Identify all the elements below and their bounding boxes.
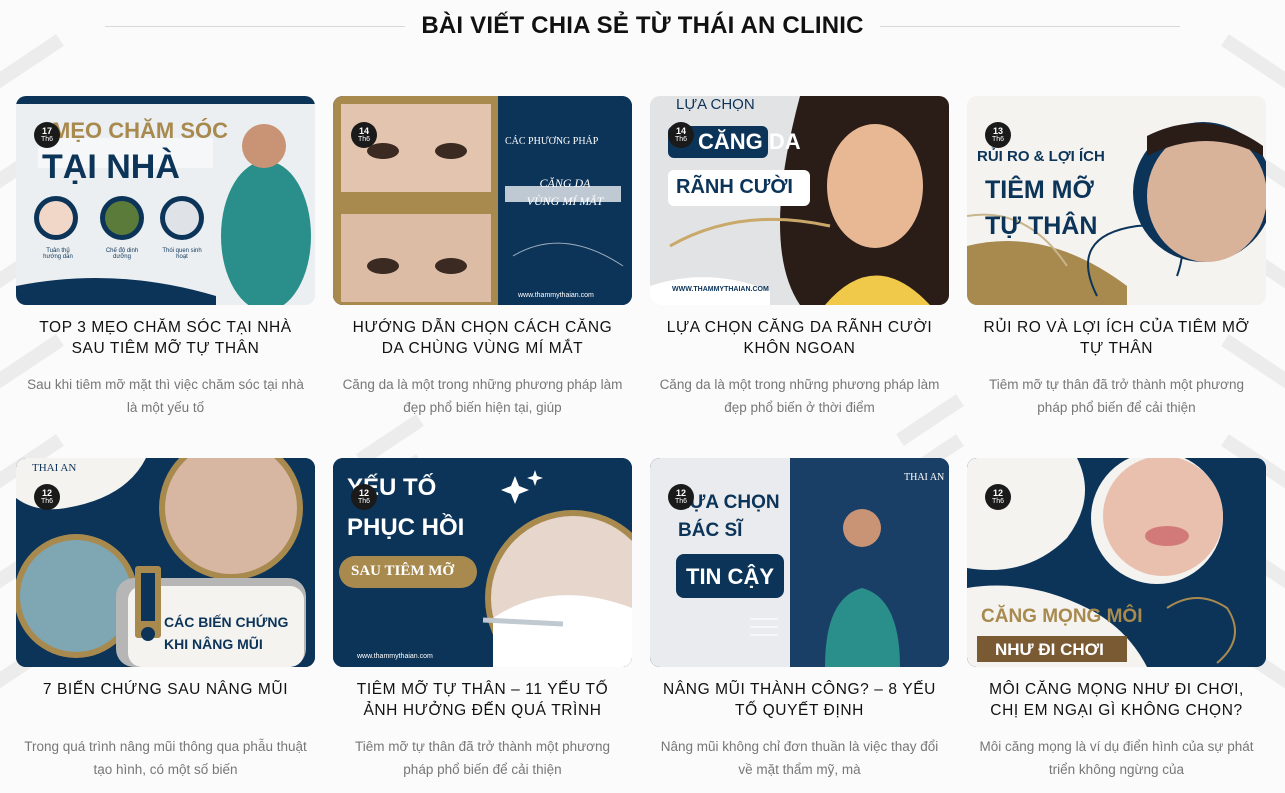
post-card[interactable]: 14 Th6 LỰA CHỌN CĂNG DA RÃNH CƯỜI WWW.THA… (650, 96, 949, 458)
post-thumbnail[interactable]: 17 Th6 MẸO CHĂM SÓC TẠI NHÀ Tuân thủ hướn… (16, 96, 315, 305)
thumb-heading: CÁC BIẾN CHỨNG (164, 614, 289, 630)
thumb-heading: NHƯ ĐI CHƠI (995, 640, 1104, 659)
thumb-caption: Tuân thủ hướng dẫn (43, 248, 73, 260)
post-card[interactable]: 12 Th6 YẾU TỐ PHỤC HỒI SAU TIÊM MỠ www.th… (333, 458, 632, 793)
thumb-heading: LỰA CHỌN (676, 96, 755, 113)
post-thumbnail[interactable]: 12 Th6 THAI AN CÁC BIẾN CHỨNG KHI NÂNG MŨ… (16, 458, 315, 667)
thumb-site: www.thammythaian.com (357, 653, 433, 660)
post-card[interactable]: 17 Th6 MẸO CHĂM SÓC TẠI NHÀ Tuân thủ hướn… (16, 96, 315, 458)
post-excerpt: Căng da là một trong những phương pháp l… (342, 377, 623, 415)
header-divider-left (105, 25, 406, 27)
thumb-subheading: SAU TIÊM MỠ (351, 563, 455, 579)
post-grid: 17 Th6 MẸO CHĂM SÓC TẠI NHÀ Tuân thủ hướn… (16, 96, 1270, 793)
section-header: BÀI VIẾT CHIA SẺ TỪ THÁI AN CLINIC (0, 0, 1285, 52)
post-excerpt: Sau khi tiêm mỡ mặt thì việc chăm sóc tạ… (27, 377, 304, 415)
post-excerpt: Nâng mũi không chỉ đơn thuần là việc tha… (660, 739, 939, 777)
post-thumbnail[interactable]: 14 Th6 LỰA CHỌN CĂNG DA RÃNH CƯỜI WWW.THA… (650, 96, 949, 305)
thumb-heading-large: PHỤC HỒI (347, 514, 465, 541)
post-card[interactable]: 12 Th6 THAI AN LỰA CHỌN BÁC SĨ TIN CẬY NÂ… (650, 458, 949, 793)
thumb-heading-large: TIN CẬY (686, 564, 774, 589)
date-badge: 14 Th6 (668, 122, 694, 148)
thumb-heading-large: CĂNG DA (698, 129, 801, 154)
post-excerpt: Tiêm mỡ tự thân đã trở thành một phương … (355, 739, 610, 777)
thumb-caption: Chế độ dinh dưỡng (105, 248, 139, 260)
post-title[interactable]: HƯỚNG DẪN CHỌN CÁCH CĂNG DA CHÙNG VÙNG M… (333, 317, 632, 359)
date-badge: 12 Th6 (668, 484, 694, 510)
thumb-heading-large: RÃNH CƯỜI (676, 176, 793, 198)
post-excerpt: Căng da là một trong những phương pháp l… (659, 377, 940, 415)
post-thumbnail[interactable]: 14 Th6 CÁC PHƯƠNG PHÁP CĂNG DA VÙNG MÍ MẮ… (333, 96, 632, 305)
post-excerpt: Môi căng mọng là ví dụ điển hình của sự … (979, 739, 1254, 777)
post-thumbnail[interactable]: 12 Th6 THAI AN LỰA CHỌN BÁC SĨ TIN CẬY (650, 458, 949, 667)
thumb-brand: THAI AN (904, 472, 945, 483)
post-thumbnail[interactable]: 12 Th6 CĂNG MỌNG MÔI NHƯ ĐI CHƠI (967, 458, 1266, 667)
post-excerpt: Trong quá trình nâng mũi thông qua phẫu … (24, 739, 307, 777)
post-excerpt: Tiêm mỡ tự thân đã trở thành một phương … (989, 377, 1244, 415)
date-badge: 12 Th6 (34, 484, 60, 510)
thumb-heading-large: TỰ THÂN (985, 212, 1098, 240)
thumb-heading: KHI NÂNG MŨI (164, 636, 263, 652)
section-title: BÀI VIẾT CHIA SẺ TỪ THÁI AN CLINIC (421, 12, 864, 39)
date-badge: 17 Th6 (34, 122, 60, 148)
post-title[interactable]: MÔI CĂNG MỌNG NHƯ ĐI CHƠI, CHỊ EM NGẠI G… (967, 679, 1266, 721)
post-card[interactable]: 12 Th6 CĂNG MỌNG MÔI NHƯ ĐI CHƠI MÔI CĂNG… (967, 458, 1266, 793)
thumb-site: WWW.THAMMYTHAIAN.COM (672, 286, 769, 293)
header-divider-right (879, 25, 1180, 27)
post-thumbnail[interactable]: 13 Th6 RỦI RO & LỢI ÍCH TIÊM MỠ TỰ THÂN (967, 96, 1266, 305)
thumb-heading-large: CĂNG MỌNG MÔI (981, 606, 1143, 627)
thumb-heading: MẸO CHĂM SÓC (52, 118, 228, 143)
post-title[interactable]: RỦI RO VÀ LỢI ÍCH CỦA TIÊM MỠ TỰ THÂN (967, 317, 1266, 359)
thumb-brand: THAI AN (32, 462, 77, 474)
thumb-caption: Thói quen sinh hoạt (162, 248, 202, 260)
thumb-heading: RỦI RO & LỢI ÍCH (977, 148, 1105, 165)
thumb-subheading: VÙNG MÍ MẮT (526, 194, 604, 208)
post-thumbnail[interactable]: 12 Th6 YẾU TỐ PHỤC HỒI SAU TIÊM MỠ www.th… (333, 458, 632, 667)
thumb-heading-large: TIÊM MỠ (985, 176, 1094, 204)
thumb-heading: BÁC SĨ (678, 520, 743, 541)
thumb-heading: CÁC PHƯƠNG PHÁP (505, 136, 599, 147)
thumb-site: www.thammythaian.com (518, 292, 594, 299)
post-card[interactable]: 12 Th6 THAI AN CÁC BIẾN CHỨNG KHI NÂNG MŨ… (16, 458, 315, 793)
post-title[interactable]: TOP 3 MẸO CHĂM SÓC TẠI NHÀ SAU TIÊM MỠ T… (16, 317, 315, 359)
thumb-subheading: CĂNG DA (539, 176, 591, 190)
post-title[interactable]: LỰA CHỌN CĂNG DA RÃNH CƯỜI KHÔN NGOAN (650, 317, 949, 359)
date-badge: 14 Th6 (351, 122, 377, 148)
post-title[interactable]: NÂNG MŨI THÀNH CÔNG? – 8 YẾU TỐ QUYẾT ĐỊ… (650, 679, 949, 721)
thumb-site: www.thammythaian.com (86, 282, 152, 288)
post-title[interactable]: TIÊM MỠ TỰ THÂN – 11 YẾU TỐ ẢNH HƯỞNG ĐẾ… (333, 679, 632, 721)
post-card[interactable]: 13 Th6 RỦI RO & LỢI ÍCH TIÊM MỠ TỰ THÂN R… (967, 96, 1266, 458)
thumb-heading-large: TẠI NHÀ (42, 148, 180, 186)
date-badge: 12 Th6 (985, 484, 1011, 510)
date-badge: 12 Th6 (351, 484, 377, 510)
post-title[interactable]: 7 BIẾN CHỨNG SAU NÂNG MŨI (16, 679, 315, 721)
post-card[interactable]: 14 Th6 CÁC PHƯƠNG PHÁP CĂNG DA VÙNG MÍ MẮ… (333, 96, 632, 458)
date-badge: 13 Th6 (985, 122, 1011, 148)
